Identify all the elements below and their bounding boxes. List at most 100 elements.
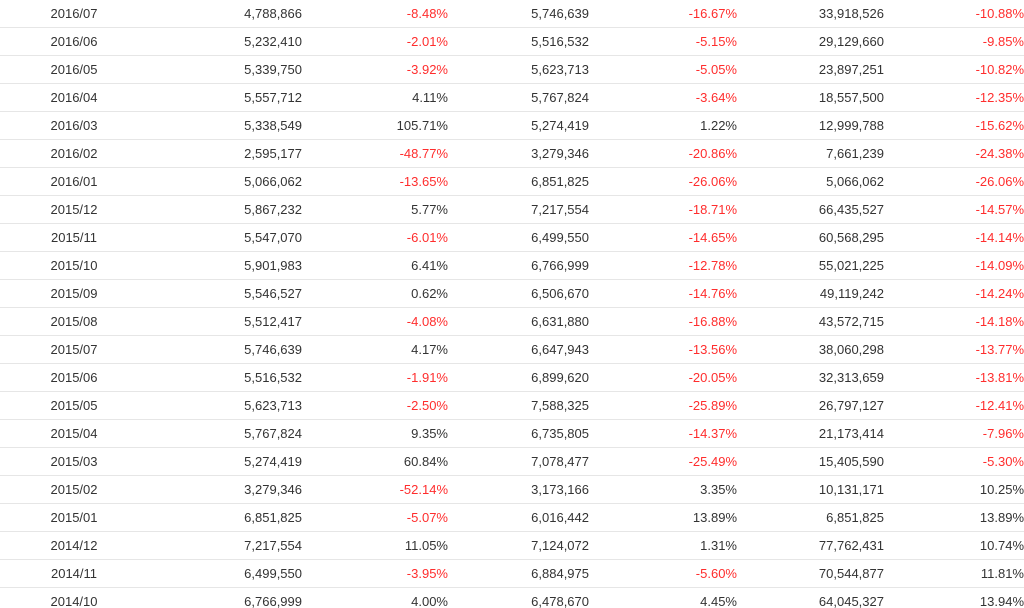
period-cell: 2015/05	[0, 391, 148, 420]
cumulative-value-cell: 38,060,298	[737, 335, 884, 364]
cumulative-change-cell: -7.96%	[884, 419, 1024, 448]
data-table-body: 2016/07 4,788,866 -8.48% 5,746,639 -16.67% 33…	[0, 0, 1024, 608]
cumulative-change-cell: 13.89%	[884, 503, 1024, 532]
change-cell: -52.14%	[302, 475, 448, 504]
cumulative-change-cell: -24.38%	[884, 139, 1024, 168]
change-cell: 105.71%	[302, 111, 448, 140]
table-row: 2015/03 5,274,419 60.84% 7,078,477 -25.49% 15…	[0, 447, 1024, 476]
cumulative-change-cell: 11.81%	[884, 559, 1024, 588]
value-cell: 5,623,713	[148, 391, 302, 420]
value-cell: 6,499,550	[148, 559, 302, 588]
comparison-value-cell: 5,516,532	[448, 27, 589, 56]
comparison-change-cell: -3.64%	[589, 83, 737, 112]
cumulative-change-cell: 10.25%	[884, 475, 1024, 504]
comparison-change-cell: -5.05%	[589, 55, 737, 84]
value-cell: 5,232,410	[148, 27, 302, 56]
comparison-value-cell: 6,506,670	[448, 279, 589, 308]
comparison-value-cell: 6,499,550	[448, 223, 589, 252]
change-cell: 4.11%	[302, 83, 448, 112]
cumulative-value-cell: 10,131,171	[737, 475, 884, 504]
cumulative-change-cell: -12.41%	[884, 391, 1024, 420]
comparison-change-cell: -26.06%	[589, 167, 737, 196]
period-cell: 2014/12	[0, 531, 148, 560]
table-row: 2015/11 5,547,070 -6.01% 6,499,550 -14.65% 60…	[0, 223, 1024, 252]
table-row: 2016/04 5,557,712 4.11% 5,767,824 -3.64% 18,5…	[0, 83, 1024, 112]
cumulative-value-cell: 70,544,877	[737, 559, 884, 588]
value-cell: 6,851,825	[148, 503, 302, 532]
comparison-value-cell: 3,173,166	[448, 475, 589, 504]
period-cell: 2015/01	[0, 503, 148, 532]
cumulative-change-cell: -9.85%	[884, 27, 1024, 56]
table-row: 2015/05 5,623,713 -2.50% 7,588,325 -25.89% 26…	[0, 391, 1024, 420]
comparison-value-cell: 7,217,554	[448, 195, 589, 224]
change-cell: -3.92%	[302, 55, 448, 84]
change-cell: 4.00%	[302, 587, 448, 608]
value-cell: 3,279,346	[148, 475, 302, 504]
comparison-value-cell: 6,631,880	[448, 307, 589, 336]
comparison-value-cell: 6,016,442	[448, 503, 589, 532]
table-row: 2015/08 5,512,417 -4.08% 6,631,880 -16.88% 43…	[0, 307, 1024, 336]
cumulative-value-cell: 21,173,414	[737, 419, 884, 448]
comparison-value-cell: 7,124,072	[448, 531, 589, 560]
cumulative-change-cell: -13.81%	[884, 363, 1024, 392]
cumulative-change-cell: 10.74%	[884, 531, 1024, 560]
cumulative-value-cell: 32,313,659	[737, 363, 884, 392]
value-cell: 5,746,639	[148, 335, 302, 364]
cumulative-value-cell: 77,762,431	[737, 531, 884, 560]
comparison-value-cell: 6,478,670	[448, 587, 589, 608]
comparison-change-cell: 1.22%	[589, 111, 737, 140]
period-cell: 2015/04	[0, 419, 148, 448]
cumulative-change-cell: -10.82%	[884, 55, 1024, 84]
cumulative-value-cell: 23,897,251	[737, 55, 884, 84]
cumulative-change-cell: -14.57%	[884, 195, 1024, 224]
comparison-value-cell: 5,274,419	[448, 111, 589, 140]
period-cell: 2015/11	[0, 223, 148, 252]
value-cell: 5,867,232	[148, 195, 302, 224]
comparison-change-cell: -5.15%	[589, 27, 737, 56]
cumulative-change-cell: -15.62%	[884, 111, 1024, 140]
cumulative-value-cell: 66,435,527	[737, 195, 884, 224]
cumulative-value-cell: 60,568,295	[737, 223, 884, 252]
comparison-value-cell: 6,735,805	[448, 419, 589, 448]
comparison-value-cell: 6,884,975	[448, 559, 589, 588]
change-cell: -48.77%	[302, 139, 448, 168]
table-row: 2016/07 4,788,866 -8.48% 5,746,639 -16.67% 33…	[0, 0, 1024, 28]
comparison-change-cell: -16.67%	[589, 0, 737, 28]
comparison-change-cell: -25.49%	[589, 447, 737, 476]
table-row: 2015/06 5,516,532 -1.91% 6,899,620 -20.05% 32…	[0, 363, 1024, 392]
change-cell: -2.50%	[302, 391, 448, 420]
cumulative-change-cell: -13.77%	[884, 335, 1024, 364]
cumulative-value-cell: 49,119,242	[737, 279, 884, 308]
change-cell: 9.35%	[302, 419, 448, 448]
period-cell: 2014/10	[0, 587, 148, 608]
change-cell: 11.05%	[302, 531, 448, 560]
comparison-value-cell: 5,767,824	[448, 83, 589, 112]
comparison-value-cell: 6,766,999	[448, 251, 589, 280]
comparison-value-cell: 6,899,620	[448, 363, 589, 392]
period-cell: 2016/06	[0, 27, 148, 56]
value-cell: 5,767,824	[148, 419, 302, 448]
comparison-change-cell: -18.71%	[589, 195, 737, 224]
period-cell: 2016/03	[0, 111, 148, 140]
table-row: 2015/04 5,767,824 9.35% 6,735,805 -14.37% 21,…	[0, 419, 1024, 448]
period-cell: 2015/02	[0, 475, 148, 504]
value-cell: 5,547,070	[148, 223, 302, 252]
value-cell: 7,217,554	[148, 531, 302, 560]
table-row: 2015/09 5,546,527 0.62% 6,506,670 -14.76% 49,…	[0, 279, 1024, 308]
period-cell: 2015/09	[0, 279, 148, 308]
cumulative-value-cell: 7,661,239	[737, 139, 884, 168]
comparison-change-cell: -16.88%	[589, 307, 737, 336]
table-row: 2015/07 5,746,639 4.17% 6,647,943 -13.56% 38,…	[0, 335, 1024, 364]
cumulative-value-cell: 6,851,825	[737, 503, 884, 532]
cumulative-value-cell: 15,405,590	[737, 447, 884, 476]
period-cell: 2014/11	[0, 559, 148, 588]
value-cell: 5,338,549	[148, 111, 302, 140]
cumulative-value-cell: 43,572,715	[737, 307, 884, 336]
change-cell: 6.41%	[302, 251, 448, 280]
table-row: 2015/01 6,851,825 -5.07% 6,016,442 13.89% 6,8…	[0, 503, 1024, 532]
cumulative-change-cell: -10.88%	[884, 0, 1024, 28]
table-row: 2014/10 6,766,999 4.00% 6,478,670 4.45% 64,04…	[0, 587, 1024, 608]
comparison-value-cell: 7,078,477	[448, 447, 589, 476]
value-cell: 5,339,750	[148, 55, 302, 84]
comparison-value-cell: 6,851,825	[448, 167, 589, 196]
